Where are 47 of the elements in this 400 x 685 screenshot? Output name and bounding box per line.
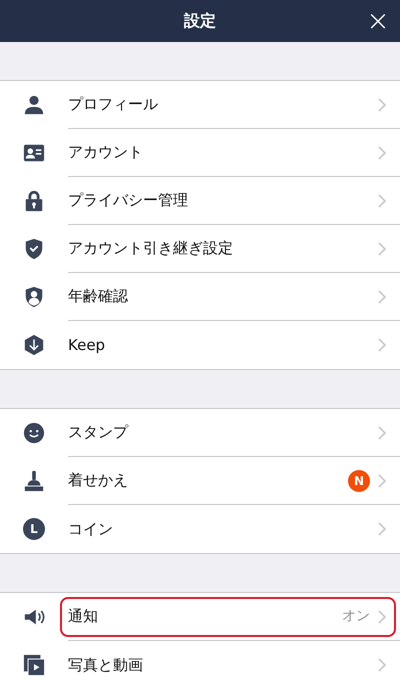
- chevron-icon: [378, 658, 386, 672]
- new-badge: N: [348, 470, 370, 492]
- chevron-icon: [378, 290, 386, 304]
- download-icon: [23, 334, 45, 356]
- row-label: 写真と動画: [68, 654, 144, 676]
- row-label: 年齢確認: [68, 286, 129, 308]
- coin-icon: L: [23, 518, 45, 540]
- settings-row[interactable]: 写真と動画: [0, 641, 400, 685]
- row-label: 通知: [68, 606, 99, 628]
- settings-row[interactable]: アカウント: [0, 129, 400, 177]
- row-value: オン: [342, 607, 370, 626]
- row-label: アカウント引き継ぎ設定: [68, 238, 234, 260]
- chevron-icon: [378, 610, 386, 624]
- lock-icon: [23, 190, 45, 212]
- page-title: 設定: [184, 10, 216, 32]
- settings-row[interactable]: 年齢確認: [0, 273, 400, 321]
- settings-row[interactable]: プライバシー管理: [0, 177, 400, 225]
- row-label: コイン: [68, 518, 114, 540]
- settings-row[interactable]: 着せかえ N: [0, 457, 400, 505]
- chevron-icon: [378, 194, 386, 208]
- chevron-icon: [378, 98, 386, 112]
- settings-row[interactable]: L コイン: [0, 505, 400, 553]
- chevron-icon: [378, 146, 386, 160]
- close-button[interactable]: ×: [362, 5, 394, 37]
- chevron-icon: [378, 522, 386, 536]
- shield-check-icon: [23, 238, 45, 260]
- chevron-icon: [378, 474, 386, 488]
- row-label: プライバシー管理: [68, 190, 189, 212]
- smiley-icon: [23, 422, 45, 444]
- settings-row[interactable]: 通知 オン: [0, 593, 400, 641]
- id-card-icon: [23, 142, 45, 164]
- chevron-icon: [378, 426, 386, 440]
- settings-row[interactable]: Keep: [0, 321, 400, 369]
- shield-person-icon: [23, 286, 45, 308]
- person-icon: [23, 94, 45, 116]
- brush-icon: [23, 470, 45, 492]
- row-label: アカウント: [68, 142, 144, 164]
- chevron-icon: [378, 338, 386, 352]
- settings-row[interactable]: プロフィール: [0, 81, 400, 129]
- row-label: 着せかえ: [68, 470, 129, 492]
- row-label: プロフィール: [68, 94, 159, 116]
- chevron-icon: [378, 242, 386, 256]
- row-label: Keep: [68, 334, 106, 356]
- row-label: スタンプ: [68, 422, 130, 444]
- settings-row[interactable]: アカウント引き継ぎ設定: [0, 225, 400, 273]
- settings-row[interactable]: スタンプ: [0, 409, 400, 457]
- media-icon: [23, 654, 45, 676]
